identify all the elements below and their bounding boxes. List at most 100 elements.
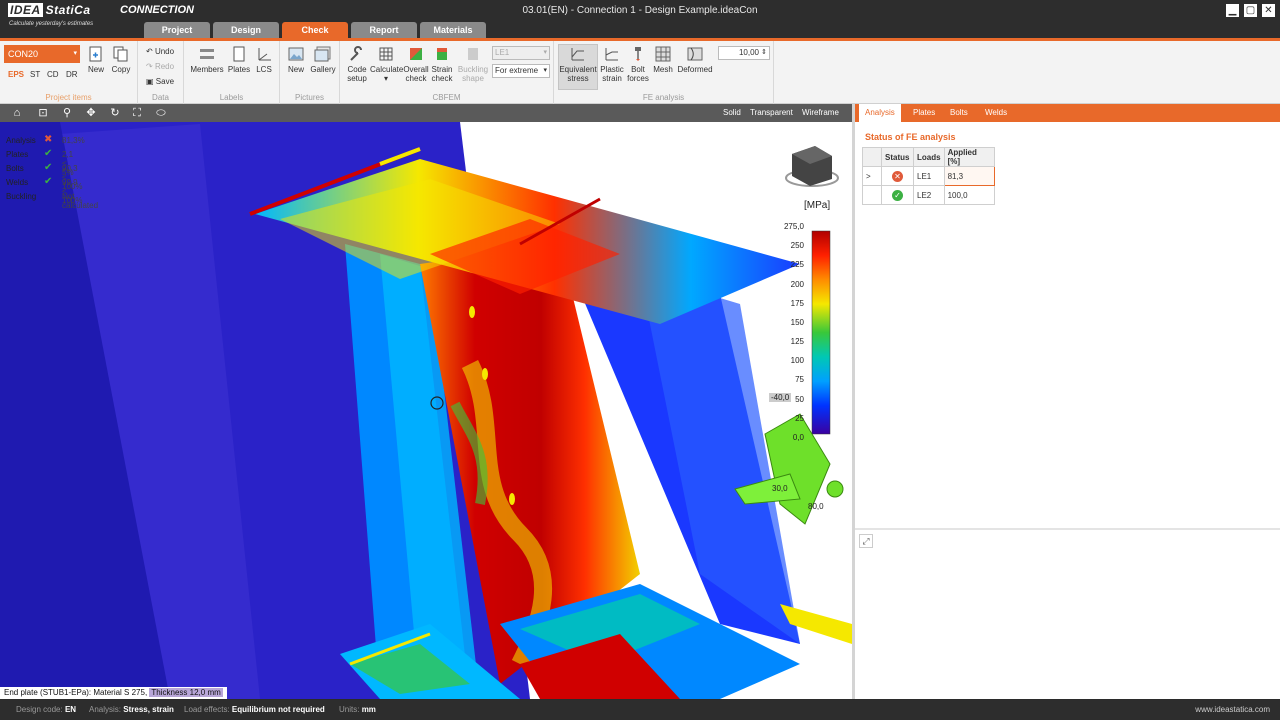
spinner-icon: ⇕ xyxy=(761,49,767,56)
results-tab-bolts[interactable]: Bolts xyxy=(944,104,974,122)
redo-icon: ↷ xyxy=(146,62,153,71)
extreme-select[interactable]: For extreme ▾ xyxy=(492,64,550,78)
plastic-strain-button[interactable]: Plastic strain xyxy=(599,45,625,83)
new-picture-button[interactable]: New xyxy=(285,45,307,74)
group-label-project-items: Project items xyxy=(45,93,92,102)
zoom-window-icon[interactable]: ⊡ xyxy=(36,106,50,120)
maximize-button[interactable]: ▢ xyxy=(1244,4,1257,17)
deformed-icon xyxy=(687,47,703,61)
picture-icon xyxy=(288,47,304,61)
pan-icon[interactable]: ✥ xyxy=(84,106,98,120)
gallery-icon xyxy=(314,46,331,62)
mini-tab-cd[interactable]: CD xyxy=(47,70,59,79)
lcs-button[interactable]: LCS xyxy=(254,45,274,74)
strain-check-icon xyxy=(437,48,447,60)
tab-report[interactable]: Report xyxy=(351,22,417,38)
members-button[interactable]: Members xyxy=(188,45,226,74)
copy-icon xyxy=(113,46,128,62)
scale-tick-label: 250 xyxy=(790,241,804,251)
new-connection-button[interactable]: New xyxy=(85,45,107,74)
fe-status-table: Status Loads Applied [%] > ✕ LE1 81,3 ✓ … xyxy=(862,147,995,205)
calculate-grid-icon xyxy=(379,47,393,61)
tab-materials[interactable]: Materials xyxy=(420,22,486,38)
panel-divider xyxy=(855,528,1280,530)
scale-tick-label: 25 xyxy=(795,413,804,423)
title-bar: IDEA StatiCa CONNECTION 03.01(EN) - Conne… xyxy=(0,0,1280,22)
deformation-scale-input[interactable]: 10,00 ⇕ xyxy=(718,46,770,60)
mode-solid[interactable]: Solid xyxy=(723,108,741,117)
bolt-forces-button[interactable]: Bolt forces xyxy=(626,45,650,83)
group-fe-analysis: Equivalent stress Plastic strain Bolt force… xyxy=(554,41,774,104)
expand-icon[interactable]: ⤢ xyxy=(859,534,873,548)
check-mark-icon: ✓ xyxy=(892,189,903,201)
view-cube-icon xyxy=(785,146,839,187)
undo-button[interactable]: ↶ Undo xyxy=(146,47,174,56)
mesh-button[interactable]: Mesh xyxy=(651,45,675,74)
results-tabs: Analysis Plates Bolts Welds xyxy=(855,104,1280,122)
strain-check-button[interactable]: Strain check xyxy=(430,45,454,83)
stress-model-render xyxy=(0,122,852,699)
scale-min-marker: -40,0 xyxy=(769,393,792,402)
gizmo-label-1: 30,0 xyxy=(772,484,788,493)
render-mode-icon[interactable]: ⬭ xyxy=(154,106,168,120)
save-icon: ▣ xyxy=(146,77,154,86)
mode-transparent[interactable]: Transparent xyxy=(750,108,793,117)
main-tabs: Project Design Check Report Materials xyxy=(0,22,1280,38)
website-link[interactable]: www.ideastatica.com xyxy=(1195,700,1270,720)
scale-tick-label: 75 xyxy=(795,375,804,385)
table-row[interactable]: ✓ LE2 100,0 xyxy=(862,185,995,205)
analysis-status: Analysis: Stress, strain xyxy=(89,705,174,714)
table-header-row: Status Loads Applied [%] xyxy=(862,147,995,167)
mini-tab-st[interactable]: ST xyxy=(30,70,40,79)
row-expander[interactable] xyxy=(862,185,882,205)
mini-tab-dr[interactable]: DR xyxy=(66,70,78,79)
rotate-icon[interactable]: ↻ xyxy=(108,106,122,120)
connection-select[interactable]: CON20 ▾ xyxy=(4,45,80,63)
tab-design[interactable]: Design xyxy=(213,22,279,38)
3d-viewport[interactable]: ⌂ ⊡ ⚲ ✥ ↻ ⛶ ⬭ Solid Transparent Wirefram… xyxy=(0,104,852,699)
fe-status-heading: Status of FE analysis xyxy=(865,132,956,142)
load-effects-status: Load effects: Equilibrium not required xyxy=(184,705,325,714)
copy-connection-button[interactable]: Copy xyxy=(110,45,132,74)
results-tab-welds[interactable]: Welds xyxy=(979,104,1013,122)
status-bar: Design code: EN Analysis: Stress, strain… xyxy=(0,700,1280,720)
gizmo-label-2: 80,0 xyxy=(808,502,824,511)
scale-tick-label: 125 xyxy=(790,337,804,347)
tab-check[interactable]: Check xyxy=(282,22,348,38)
redo-button[interactable]: ↷ Redo xyxy=(146,62,174,71)
load-effect-select[interactable]: LE1 ▾ xyxy=(492,46,550,60)
minimize-button[interactable]: ▁ xyxy=(1226,4,1239,17)
results-panel: Analysis Plates Bolts Welds Status of FE… xyxy=(855,104,1280,699)
buckling-shape-button[interactable]: Buckling shape xyxy=(456,45,490,83)
group-label-cbfem: CBFEM xyxy=(432,93,461,102)
gallery-button[interactable]: Gallery xyxy=(310,45,336,74)
scale-tick-label: 225 xyxy=(790,260,804,270)
mini-tab-eps[interactable]: EPS xyxy=(8,70,24,79)
code-setup-button[interactable]: Code setup xyxy=(344,45,370,83)
overall-check-button[interactable]: Overall check xyxy=(402,45,430,83)
group-data: ↶ Undo ↷ Redo ▣ Save Data xyxy=(138,41,184,104)
table-row[interactable]: > ✕ LE1 81,3 xyxy=(862,166,995,186)
results-tab-analysis[interactable]: Analysis xyxy=(859,104,901,122)
fit-view-icon[interactable]: ⛶ xyxy=(130,106,144,120)
group-cbfem: Code setup Calculate ▾ Overall check Strain… xyxy=(340,41,554,104)
close-button[interactable]: ✕ xyxy=(1262,4,1275,17)
results-tab-plates[interactable]: Plates xyxy=(907,104,941,122)
group-project-items: CON20 ▾ EPS ST CD DR New Copy Project ite… xyxy=(0,41,138,104)
mode-wireframe[interactable]: Wireframe xyxy=(802,108,839,117)
check-mark-icon: ✔ xyxy=(44,148,53,159)
home-view-icon[interactable]: ⌂ xyxy=(10,106,24,120)
save-button[interactable]: ▣ Save xyxy=(146,77,174,86)
design-code-status: Design code: EN xyxy=(16,705,77,714)
row-expander[interactable]: > xyxy=(862,166,882,186)
scale-tick-label: 175 xyxy=(790,298,804,308)
scale-tick-label: 200 xyxy=(790,279,804,289)
group-pictures: New Gallery Pictures xyxy=(280,41,340,104)
tab-project[interactable]: Project xyxy=(144,22,210,38)
calculate-button[interactable]: Calculate ▾ xyxy=(370,45,403,83)
equivalent-stress-button[interactable]: Equivalent stress xyxy=(558,44,598,90)
check-mark-icon: ✔ xyxy=(44,162,53,173)
deformed-button[interactable]: Deformed xyxy=(676,45,714,74)
zoom-icon[interactable]: ⚲ xyxy=(60,106,74,120)
plates-button[interactable]: Plates xyxy=(226,45,252,74)
